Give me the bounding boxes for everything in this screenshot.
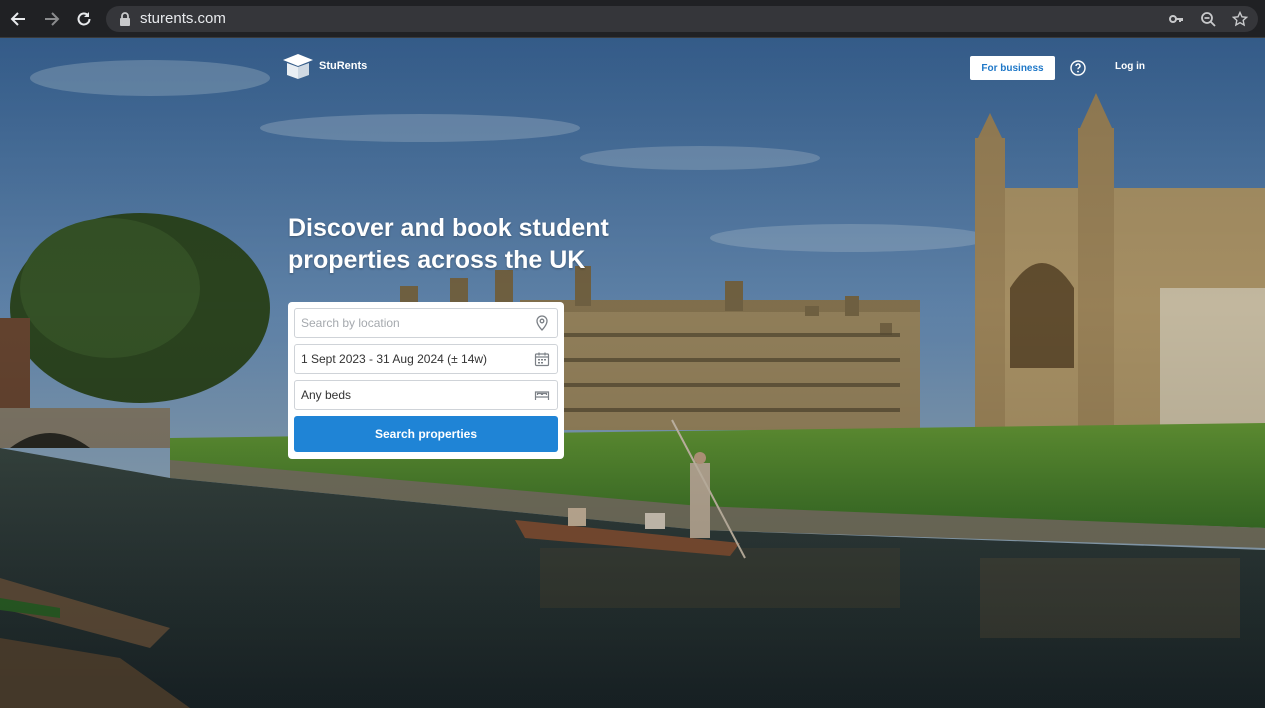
hero-overlay: [0, 38, 1265, 708]
key-icon[interactable]: [1167, 10, 1185, 28]
back-arrow-icon: [10, 12, 25, 26]
lock-icon: [116, 10, 134, 28]
location-placeholder: Search by location: [301, 316, 400, 330]
search-properties-button[interactable]: Search properties: [294, 416, 558, 452]
logo-text: StuRents: [319, 60, 368, 72]
url-text: sturents.com: [140, 10, 226, 27]
beds-value: Any beds: [301, 388, 352, 402]
forward-arrow-icon: [45, 12, 60, 26]
zoom-icon[interactable]: [1199, 10, 1217, 28]
hero-headline: Discover and book student properties acr…: [288, 214, 609, 274]
reload-button[interactable]: [74, 9, 94, 29]
page: StuRents For business Log in Discover an…: [0, 38, 1265, 708]
location-pin-icon: [536, 315, 548, 331]
for-business-button[interactable]: For business: [970, 56, 1055, 80]
beds-select[interactable]: Any beds: [294, 380, 558, 410]
reload-icon: [77, 12, 91, 26]
back-button[interactable]: [8, 9, 28, 29]
date-range-value: 1 Sept 2023 - 31 Aug 2024 (± 14w): [301, 352, 488, 366]
help-icon[interactable]: [1070, 60, 1086, 76]
login-link[interactable]: Log in: [1115, 61, 1145, 72]
calendar-icon: [534, 352, 550, 367]
forward-button[interactable]: [42, 9, 62, 29]
date-range-field[interactable]: 1 Sept 2023 - 31 Aug 2024 (± 14w): [294, 344, 558, 374]
location-search-input[interactable]: Search by location: [294, 308, 558, 338]
browser-toolbar: sturents.com: [0, 0, 1265, 38]
logo-icon: [283, 54, 313, 79]
star-icon[interactable]: [1231, 10, 1249, 28]
bed-icon: [534, 391, 550, 400]
address-bar[interactable]: [106, 6, 1258, 32]
site-logo[interactable]: StuRents: [281, 52, 367, 80]
search-form: Search by location 1 Sept 2023 - 31 Aug …: [288, 302, 564, 459]
